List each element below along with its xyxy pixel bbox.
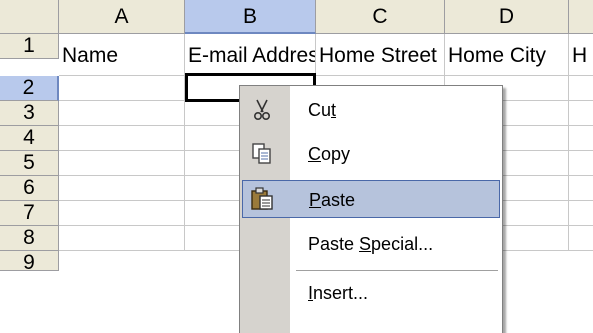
menu-item-paste-special[interactable]: Paste Special... xyxy=(242,225,500,263)
menu-item-insert-label: Insert... xyxy=(308,283,369,303)
menu-item-copy-label: Copy xyxy=(308,144,351,164)
menu-item-paste-special-label: Paste Special... xyxy=(308,234,434,254)
cell-b1[interactable]: E-mail Address xyxy=(185,34,316,76)
row-header-1[interactable]: 1 xyxy=(0,34,59,59)
column-header-a[interactable]: A xyxy=(59,0,185,34)
copy-icon xyxy=(249,141,275,167)
row-header-9[interactable]: 9 xyxy=(0,251,59,271)
row-header-2[interactable]: 2 xyxy=(0,76,59,101)
cell-a1[interactable]: Name xyxy=(59,34,185,76)
cell-partial-1[interactable]: H xyxy=(569,34,593,76)
select-all-corner[interactable] xyxy=(0,0,59,34)
menu-item-cut-label: Cut xyxy=(308,100,337,120)
menu-item-paste[interactable]: Paste xyxy=(242,180,500,218)
column-header-d[interactable]: D xyxy=(445,0,569,34)
row-header-8[interactable]: 8 xyxy=(0,226,59,251)
column-partial-cells[interactable] xyxy=(569,76,593,251)
menu-item-cut[interactable]: Cut xyxy=(242,91,500,129)
row-header-7[interactable]: 7 xyxy=(0,201,59,226)
paste-icon xyxy=(249,186,275,212)
menu-item-paste-label: Paste xyxy=(309,190,356,210)
column-a-cells[interactable] xyxy=(59,76,185,251)
column-header-partial[interactable] xyxy=(569,0,593,34)
scissors-icon xyxy=(249,97,275,123)
menu-item-insert[interactable]: Insert... xyxy=(242,274,500,312)
menu-separator xyxy=(296,270,498,271)
row-header-3[interactable]: 3 xyxy=(0,101,59,126)
column-header-b[interactable]: B xyxy=(185,0,316,34)
cell-d1[interactable]: Home City xyxy=(445,34,569,76)
row-header-6[interactable]: 6 xyxy=(0,176,59,201)
spreadsheet-grid: A B C D 1 2 3 4 5 6 7 8 9 Name E-mail Ad… xyxy=(0,0,593,333)
cell-c1[interactable]: Home Street xyxy=(316,34,445,76)
context-menu: Cut Copy Paste Paste Special... Insert..… xyxy=(239,85,503,333)
menu-item-copy[interactable]: Copy xyxy=(242,135,500,173)
row-header-4[interactable]: 4 xyxy=(0,126,59,151)
column-header-c[interactable]: C xyxy=(316,0,445,34)
row-header-5[interactable]: 5 xyxy=(0,151,59,176)
